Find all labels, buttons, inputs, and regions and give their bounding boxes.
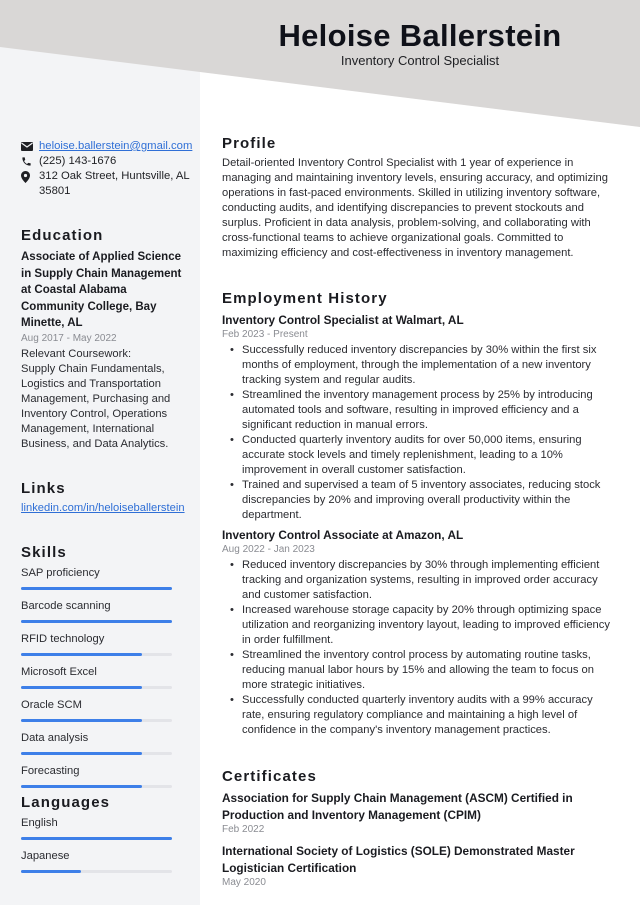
job-dates: Aug 2022 - Jan 2023 bbox=[222, 544, 315, 555]
certificate-entry: International Society of Logistics (SOLE… bbox=[222, 843, 617, 890]
education-heading: Education bbox=[21, 227, 104, 244]
skills-heading: Skills bbox=[21, 544, 67, 561]
job-bullets: Successfully reduced inventory discrepan… bbox=[222, 343, 617, 523]
skill-label: Forecasting bbox=[21, 765, 80, 777]
job-bullet: Trained and supervised a team of 5 inven… bbox=[222, 478, 617, 523]
skill-item: RFID technology bbox=[21, 631, 172, 660]
job-bullet: Conducted quarterly inventory audits for… bbox=[222, 433, 617, 478]
skill-item: Barcode scanning bbox=[21, 598, 172, 627]
education-section: Education Associate of Applied Science i… bbox=[21, 227, 186, 452]
certificate-date: Feb 2022 bbox=[222, 824, 265, 835]
languages-list: English Japanese bbox=[21, 815, 172, 877]
profile-heading: Profile bbox=[222, 135, 277, 152]
language-label: English bbox=[21, 817, 58, 829]
links-section: Links linkedin.com/in/heloiseballerstein bbox=[21, 480, 186, 514]
skill-item: Microsoft Excel bbox=[21, 664, 172, 693]
job-entry: Inventory Control Associate at Amazon, A… bbox=[222, 527, 617, 738]
skills-section: Skills SAP proficiency Barcode scanning RF… bbox=[21, 544, 172, 792]
skill-label: Barcode scanning bbox=[21, 600, 111, 612]
language-item: Japanese bbox=[21, 848, 172, 877]
level-bar-fill bbox=[21, 719, 142, 722]
job-bullet: Increased warehouse storage capacity by … bbox=[222, 603, 617, 648]
level-bar-fill bbox=[21, 587, 172, 590]
certificates-section: Certificates Association for Supply Chai… bbox=[222, 768, 617, 890]
skill-item: Oracle SCM bbox=[21, 697, 172, 726]
level-bar-track bbox=[21, 686, 172, 689]
level-bar-fill bbox=[21, 686, 142, 689]
job-bullet: Streamlined the inventory management pro… bbox=[222, 388, 617, 433]
skill-item: Data analysis bbox=[21, 730, 172, 759]
level-bar-track bbox=[21, 870, 172, 873]
jobs-list: Inventory Control Specialist at Walmart,… bbox=[222, 312, 617, 738]
map-pin-icon bbox=[21, 169, 39, 184]
skill-label: RFID technology bbox=[21, 633, 105, 645]
language-item: English bbox=[21, 815, 172, 844]
candidate-title: Inventory Control Specialist bbox=[340, 53, 500, 68]
skill-item: Forecasting bbox=[21, 763, 172, 792]
skill-label: Oracle SCM bbox=[21, 699, 82, 711]
phone-icon bbox=[21, 154, 39, 169]
level-bar-fill bbox=[21, 837, 172, 840]
contact-section: heloise.ballerstein@gmail.com (225) 143-… bbox=[21, 139, 192, 199]
job-title: Inventory Control Associate at Amazon, A… bbox=[222, 528, 464, 542]
certificate-title: International Society of Logistics (SOLE… bbox=[222, 844, 575, 875]
envelope-icon bbox=[21, 139, 39, 154]
certificate-title: Association for Supply Chain Management … bbox=[222, 791, 573, 822]
skill-item: SAP proficiency bbox=[21, 565, 172, 594]
skills-list: SAP proficiency Barcode scanning RFID tech… bbox=[21, 565, 172, 792]
job-bullets: Reduced inventory discrepancies by 30% t… bbox=[222, 558, 617, 738]
certificates-heading: Certificates bbox=[222, 768, 317, 785]
profile-section: Profile Detail-oriented Inventory Contro… bbox=[222, 135, 617, 261]
level-bar-fill bbox=[21, 870, 82, 873]
job-bullet: Streamlined the inventory control proces… bbox=[222, 648, 617, 693]
job-entry: Inventory Control Specialist at Walmart,… bbox=[222, 312, 617, 523]
address: 312 Oak Street, Huntsville, AL 35801 bbox=[39, 170, 190, 197]
certificates-list: Association for Supply Chain Management … bbox=[222, 790, 617, 890]
employment-heading: Employment History bbox=[222, 290, 388, 307]
level-bar-fill bbox=[21, 653, 142, 656]
job-bullet: Reduced inventory discrepancies by 30% t… bbox=[222, 558, 617, 603]
contact-address-row: 312 Oak Street, Huntsville, AL 35801 bbox=[21, 169, 191, 199]
coursework-label: Relevant Coursework: bbox=[21, 347, 132, 360]
employment-section: Employment History Inventory Control Spe… bbox=[222, 290, 617, 738]
level-bar-track bbox=[21, 719, 172, 722]
level-bar-track bbox=[21, 620, 172, 623]
skill-label: Microsoft Excel bbox=[21, 666, 97, 678]
job-dates: Feb 2023 - Present bbox=[222, 329, 308, 340]
level-bar-track bbox=[21, 752, 172, 755]
skill-label: Data analysis bbox=[21, 732, 89, 744]
level-bar-track bbox=[21, 785, 172, 788]
certificate-date: May 2020 bbox=[222, 877, 266, 888]
phone-number: (225) 143-1676 bbox=[39, 155, 117, 167]
education-degree: Associate of Applied Science in Supply C… bbox=[21, 251, 182, 329]
contact-phone-row: (225) 143-1676 bbox=[21, 154, 191, 169]
skill-label: SAP proficiency bbox=[21, 567, 100, 579]
job-title: Inventory Control Specialist at Walmart,… bbox=[222, 313, 464, 327]
contact-email-row: heloise.ballerstein@gmail.com bbox=[21, 139, 192, 154]
coursework-text: Supply Chain Fundamentals, Logistics and… bbox=[21, 362, 171, 450]
profile-text: Detail-oriented Inventory Control Specia… bbox=[222, 157, 608, 259]
links-heading: Links bbox=[21, 480, 66, 497]
level-bar-fill bbox=[21, 620, 172, 623]
level-bar-fill bbox=[21, 785, 142, 788]
level-bar-track bbox=[21, 837, 172, 840]
level-bar-track bbox=[21, 587, 172, 590]
job-bullet: Successfully reduced inventory discrepan… bbox=[222, 343, 617, 388]
education-dates: Aug 2017 - May 2022 bbox=[21, 332, 117, 344]
email-link[interactable]: heloise.ballerstein@gmail.com bbox=[39, 139, 192, 154]
job-bullet: Successfully conducted quarterly invento… bbox=[222, 693, 617, 738]
level-bar-track bbox=[21, 653, 172, 656]
candidate-name: Heloise Ballerstein bbox=[278, 18, 562, 53]
languages-heading: Languages bbox=[21, 794, 111, 811]
level-bar-fill bbox=[21, 752, 142, 755]
language-label: Japanese bbox=[21, 850, 70, 862]
certificate-entry: Association for Supply Chain Management … bbox=[222, 790, 617, 837]
linkedin-link[interactable]: linkedin.com/in/heloiseballerstein bbox=[21, 502, 186, 514]
languages-section: Languages English Japanese bbox=[21, 794, 172, 877]
